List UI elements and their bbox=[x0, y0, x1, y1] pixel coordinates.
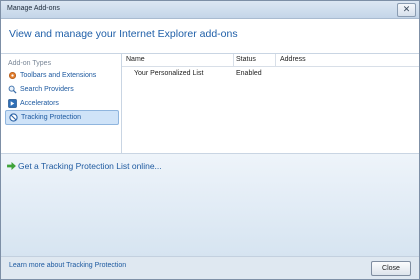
list-header: Name Status Address bbox=[122, 54, 419, 67]
sidebar-item-label: Search Providers bbox=[20, 86, 74, 93]
sidebar-item-label: Toolbars and Extensions bbox=[20, 72, 97, 79]
title-bar: Manage Add-ons ✕ bbox=[1, 1, 419, 19]
gear-icon bbox=[8, 71, 17, 80]
search-icon bbox=[8, 85, 17, 94]
close-button[interactable]: Close bbox=[371, 261, 411, 276]
close-icon: ✕ bbox=[402, 4, 411, 14]
sidebar-item-accelerators[interactable]: Accelerators bbox=[5, 97, 117, 110]
addons-list: Name Status Address Your Personalized Li… bbox=[122, 54, 419, 153]
sidebar-item-search-providers[interactable]: Search Providers bbox=[5, 83, 117, 96]
manage-addons-window: Manage Add-ons ✕ View and manage your In… bbox=[0, 0, 420, 280]
window-close-button[interactable]: ✕ bbox=[397, 3, 416, 17]
column-divider bbox=[275, 54, 276, 66]
sidebar-item-tracking-protection[interactable]: Tracking Protection bbox=[5, 110, 119, 125]
column-divider bbox=[233, 54, 234, 66]
dialog-footer: Learn more about Tracking Protection Clo… bbox=[1, 256, 419, 279]
details-pane: Get a Tracking Protection List online... bbox=[1, 153, 419, 257]
accelerator-icon bbox=[8, 99, 17, 108]
row-name: Your Personalized List bbox=[134, 70, 204, 77]
window-title: Manage Add-ons bbox=[7, 5, 60, 12]
sidebar-item-label: Accelerators bbox=[20, 100, 59, 107]
column-header-status[interactable]: Status bbox=[236, 56, 256, 63]
no-entry-icon bbox=[9, 113, 18, 122]
learn-more-link[interactable]: Learn more about Tracking Protection bbox=[9, 262, 126, 269]
page-title: View and manage your Internet Explorer a… bbox=[9, 28, 238, 40]
arrow-right-icon bbox=[7, 162, 16, 170]
sidebar-item-toolbars-extensions[interactable]: Toolbars and Extensions bbox=[5, 69, 117, 82]
column-header-name[interactable]: Name bbox=[126, 56, 145, 63]
sidebar-item-label: Tracking Protection bbox=[21, 114, 82, 121]
row-status: Enabled bbox=[236, 70, 262, 77]
section-label: Add-on Types bbox=[8, 60, 52, 67]
dialog-header: View and manage your Internet Explorer a… bbox=[1, 19, 419, 54]
addon-types-panel: Add-on Types Toolbars and Extensions Sea… bbox=[1, 54, 122, 153]
column-header-address[interactable]: Address bbox=[280, 56, 306, 63]
